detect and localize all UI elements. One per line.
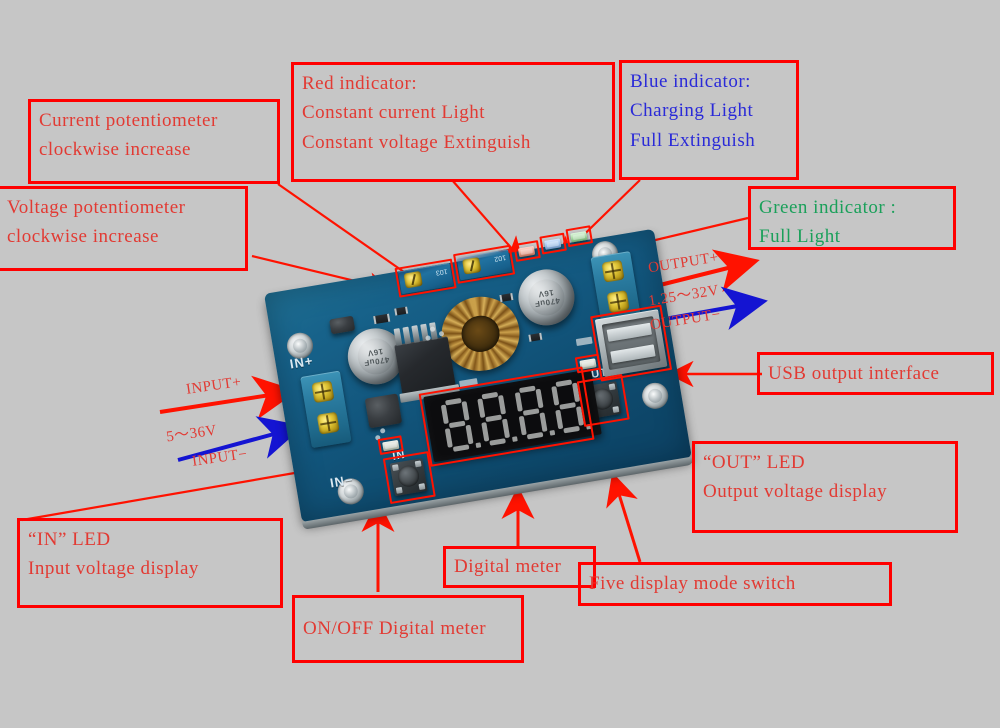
callout-line: Output voltage display <box>703 481 888 503</box>
callout-line: “OUT” LED <box>703 452 806 473</box>
callout-line: clockwise increase <box>7 226 159 248</box>
input-plus-label: INPUT+ <box>185 374 243 398</box>
input-range-label: 5～36V <box>165 422 218 446</box>
callout-blue-indicator: Blue indicator: Charging Light Full Exti… <box>619 60 799 180</box>
callout-digital-meter: Digital meter <box>443 546 596 588</box>
callout-mode-switch: Five display mode switch <box>578 562 892 606</box>
input-minus-screw[interactable] <box>316 411 340 435</box>
callout-line: ON/OFF Digital meter <box>303 618 487 640</box>
callout-line: Voltage potentiometer <box>7 197 186 218</box>
diagram-canvas: IN+ IN− 470uF 16V 470uF 16V 103 102 IN O… <box>0 0 1000 728</box>
smd-inductor <box>364 393 403 429</box>
callout-line: USB output interface <box>768 363 940 384</box>
callout-green-indicator: Green indicator : Full Light <box>748 186 956 250</box>
callout-line: Blue indicator: <box>630 71 751 92</box>
callout-line: “IN” LED <box>28 529 111 550</box>
buck-regulator-ic <box>394 336 461 403</box>
callout-line: Green indicator : <box>759 197 897 218</box>
input-minus-label: INPUT− <box>191 446 249 470</box>
callout-line: Input voltage display <box>28 558 199 580</box>
callout-out-led: “OUT” LED Output voltage display <box>692 441 958 533</box>
output-plus-screw[interactable] <box>601 259 625 283</box>
callout-line: Full Extinguish <box>630 129 756 151</box>
callout-red-indicator: Red indicator: Constant current Light Co… <box>291 62 615 182</box>
highlight-onoff-button <box>382 451 436 505</box>
callout-onoff-digital-meter: ON/OFF Digital meter <box>292 595 524 663</box>
callout-line: Charging Light <box>630 100 754 122</box>
callout-line: Constant current Light <box>302 102 486 124</box>
callout-line: Digital meter <box>454 556 562 578</box>
callout-current-potentiometer: Current potentiometer clockwise increase <box>28 99 280 184</box>
callout-line: Full Light <box>759 226 841 248</box>
callout-line: Constant voltage Extinguish <box>302 131 531 153</box>
callout-usb-output: USB output interface <box>757 352 994 395</box>
callout-voltage-potentiometer: Voltage potentiometer clockwise increase <box>0 186 248 271</box>
input-plus-screw[interactable] <box>311 380 335 404</box>
pcb-module-photo: IN+ IN− 470uF 16V 470uF 16V 103 102 IN O… <box>252 225 692 537</box>
callout-line: Current potentiometer <box>39 110 218 131</box>
callout-line: Red indicator: <box>302 73 418 94</box>
callout-line: clockwise increase <box>39 139 191 161</box>
callout-in-led: “IN” LED Input voltage display <box>17 518 283 608</box>
callout-line: Five display mode switch <box>589 573 796 595</box>
